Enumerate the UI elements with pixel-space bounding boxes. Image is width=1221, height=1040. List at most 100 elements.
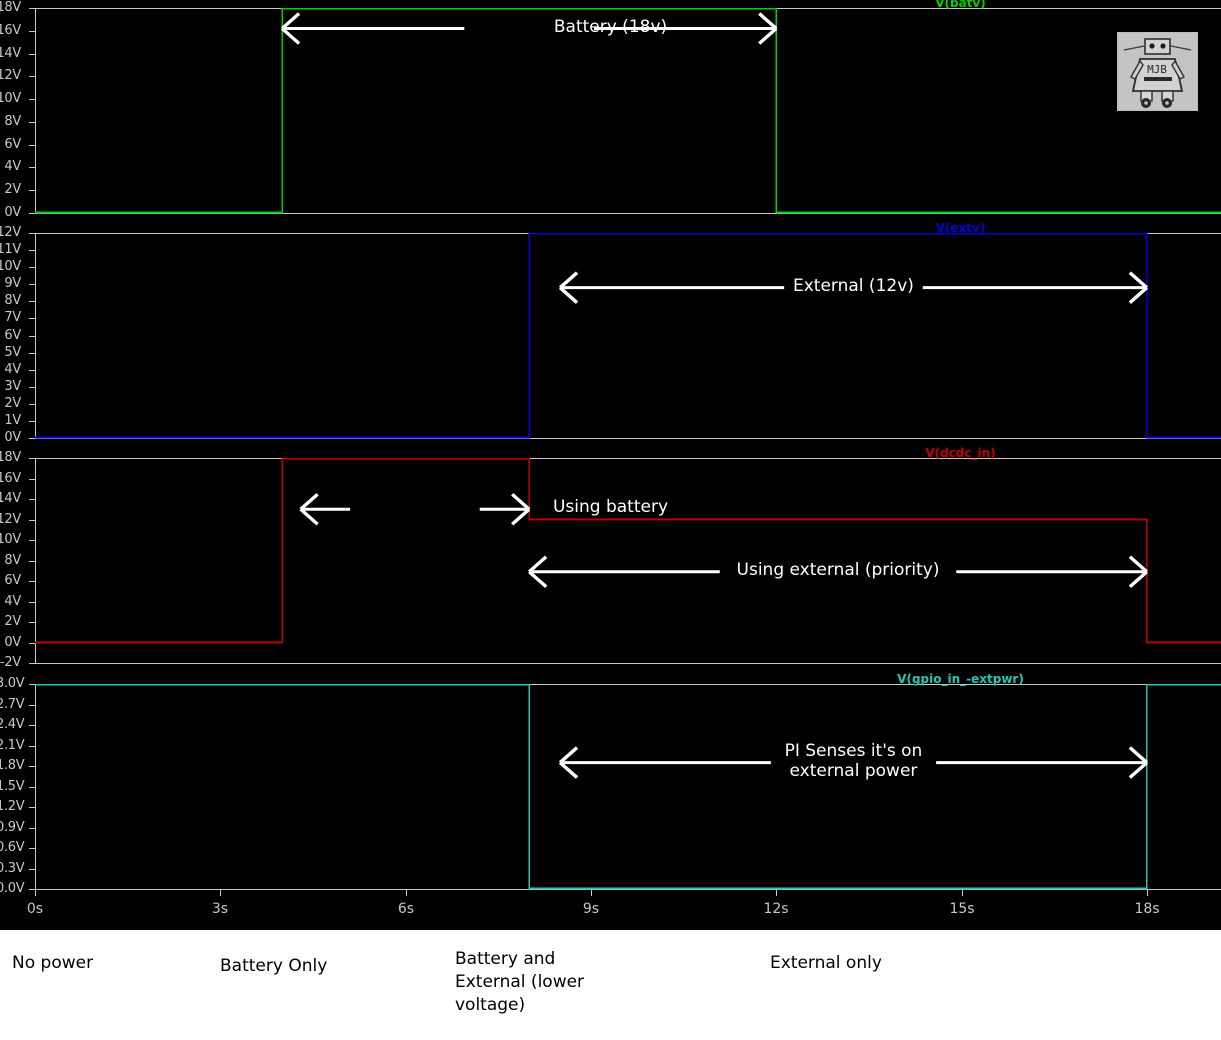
y-tick	[29, 622, 35, 623]
x-tick	[220, 890, 221, 896]
x-tick-label: 15s	[949, 901, 975, 917]
x-tick	[591, 890, 592, 896]
y-tick-label: -2V	[0, 655, 21, 670]
y-tick	[29, 479, 35, 480]
dcdc-input-panel[interactable]: -2V 0V 2V 4V 6V 8V 10V 12V 14V 16V 18V V(dcdc_in) Us…	[0, 447, 1221, 669]
gpio-extpwr-sense-panel[interactable]: 0.0V0.3V0.6V0.9V1.2V1.5V1.8V2.1V2.4V2.7V…	[0, 673, 1221, 895]
y-tick-label: 10V	[0, 91, 21, 106]
y-tick-label: 2V	[4, 182, 21, 197]
y-tick	[29, 602, 35, 603]
x-tick-label: 6s	[397, 901, 415, 917]
y-tick	[29, 190, 35, 191]
external-voltage-panel[interactable]: 0V 1V 2V 3V 4V 5V 6V 7V 8V 9V 10V 11V 12V V(extv) Exte…	[0, 222, 1221, 444]
x-tick-label: 0s	[26, 901, 44, 917]
y-tick-label: 4V	[4, 362, 21, 377]
y-tick-label: 8V	[4, 293, 21, 308]
y-tick-label: 0V	[4, 430, 21, 445]
trace-label[interactable]: V(dcdc_in)	[0, 447, 1221, 459]
y-tick-label: 6V	[4, 328, 21, 343]
y-tick	[29, 318, 35, 319]
y-tick-label: 2V	[4, 614, 21, 629]
y-tick	[29, 540, 35, 541]
y-tick	[29, 848, 35, 849]
y-tick-label: 11V	[0, 242, 21, 257]
y-tick-label: 0.9V	[0, 820, 25, 835]
x-tick-label: 3s	[211, 901, 229, 917]
y-tick	[29, 99, 35, 100]
y-tick	[29, 404, 35, 405]
trace-label[interactable]: V(batv)	[0, 0, 1221, 9]
y-tick	[29, 787, 35, 788]
y-tick	[29, 705, 35, 706]
trace-V(batv)	[35, 8, 1221, 214]
y-tick-label: 1.5V	[0, 779, 25, 794]
caption-strip: No power Battery Only Battery and External…	[0, 930, 1221, 1040]
y-axis-line	[35, 684, 36, 889]
y-tick-label: 5V	[4, 345, 21, 360]
y-tick-label: 6V	[4, 137, 21, 152]
y-tick	[29, 828, 35, 829]
x-tick	[1147, 890, 1148, 896]
y-tick-label: 14V	[0, 46, 21, 61]
y-tick-label: 7V	[4, 310, 21, 325]
robot-logo-icon: MJB	[1117, 32, 1198, 111]
y-tick-label: 8V	[4, 114, 21, 129]
y-tick	[29, 663, 35, 664]
y-tick	[29, 122, 35, 123]
y-tick	[29, 807, 35, 808]
trace-V(extv)	[35, 233, 1221, 439]
y-tick-label: 1V	[4, 413, 21, 428]
annotation-label: PI Senses it's on external power	[784, 740, 923, 781]
y-tick	[29, 581, 35, 582]
trace-V(gpio_in_-extpwr)	[35, 684, 1221, 890]
y-tick	[29, 370, 35, 371]
waveform-screenshot: 0V 2V 4V 6V 8V 10V 12V 14V 16V 18V V(batv) Battery …	[0, 0, 1221, 1040]
y-tick-label: 2.4V	[0, 717, 25, 732]
phase-caption: Battery and External (lower voltage)	[455, 949, 585, 1015]
y-tick-label: 10V	[0, 532, 21, 547]
phase-caption: External only	[770, 953, 882, 973]
y-tick-label: 0.3V	[0, 861, 25, 876]
y-tick-label: 12V	[0, 68, 21, 83]
panel-bottom-rule	[35, 213, 1221, 214]
annotation-arrow	[280, 12, 778, 45]
y-tick	[29, 387, 35, 388]
phase-caption: Battery Only	[220, 956, 328, 976]
panel-bottom-rule	[35, 889, 1221, 890]
y-tick-label: 10V	[0, 259, 21, 274]
annotation-arrow	[558, 271, 1149, 304]
y-tick-label: 0.0V	[0, 881, 25, 896]
y-tick	[29, 250, 35, 251]
annotation-arrow	[558, 746, 1149, 779]
oscilloscope-canvas[interactable]: 0V 2V 4V 6V 8V 10V 12V 14V 16V 18V V(batv) Battery …	[0, 0, 1221, 930]
x-tick	[776, 890, 777, 896]
x-tick-label: 9s	[582, 901, 600, 917]
y-tick-label: 1.2V	[0, 799, 25, 814]
y-tick	[29, 336, 35, 337]
trace-label[interactable]: V(gpio_in_-extpwr)	[0, 673, 1221, 685]
y-tick	[29, 267, 35, 268]
x-tick-label: 12s	[763, 901, 789, 917]
y-tick-label: 4V	[4, 594, 21, 609]
y-axis-line	[35, 8, 36, 213]
y-tick	[29, 438, 35, 439]
y-tick	[29, 76, 35, 77]
y-tick	[29, 353, 35, 354]
x-tick	[962, 890, 963, 896]
y-tick-label: 0V	[4, 205, 21, 220]
trace-label[interactable]: V(extv)	[0, 222, 1221, 234]
y-tick-label: 3V	[4, 379, 21, 394]
robot-glyph: MJB	[1118, 33, 1197, 110]
phase-caption: No power	[12, 953, 94, 973]
y-tick-label: 0.6V	[0, 840, 25, 855]
annotation-label: Using external (priority)	[736, 559, 940, 580]
annotation-label: Battery (18v)	[553, 16, 668, 37]
x-tick	[35, 890, 36, 896]
panel-bottom-rule	[35, 663, 1221, 664]
y-tick	[29, 213, 35, 214]
annotation-label: Using battery	[552, 497, 669, 518]
y-tick	[29, 421, 35, 422]
y-tick-label: 2V	[4, 396, 21, 411]
battery-voltage-panel[interactable]: 0V 2V 4V 6V 8V 10V 12V 14V 16V 18V V(batv) Battery …	[0, 0, 1221, 219]
y-tick-label: 4V	[4, 159, 21, 174]
